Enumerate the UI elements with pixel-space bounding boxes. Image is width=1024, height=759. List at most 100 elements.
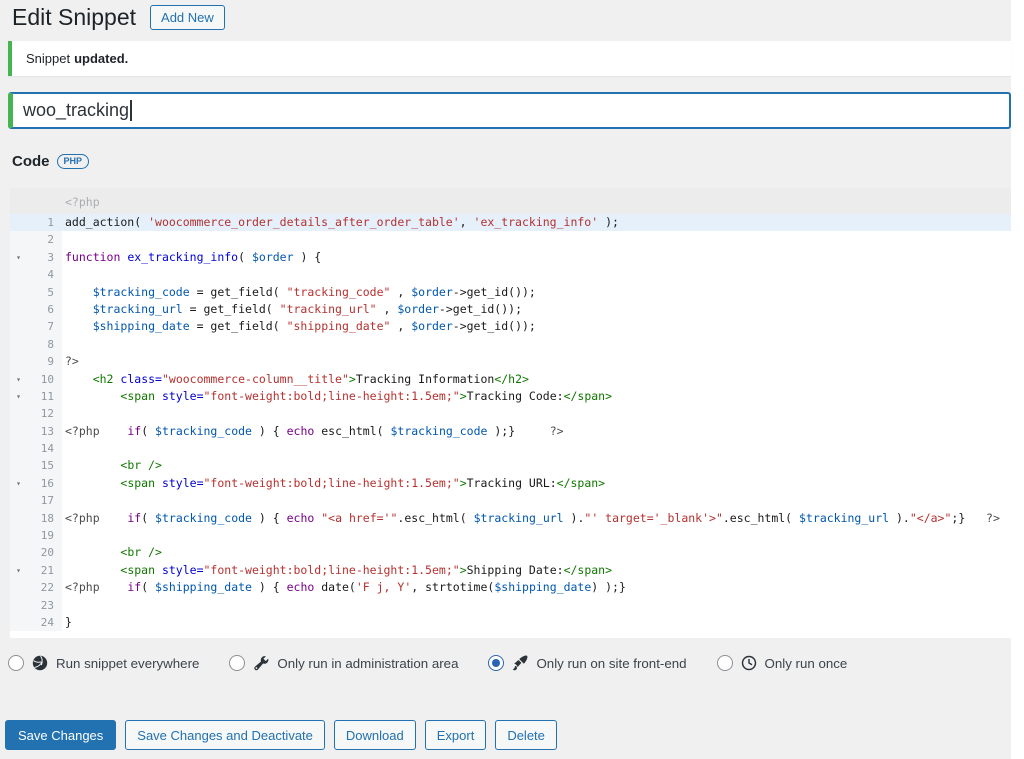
line-number: [27, 188, 62, 214]
code-text[interactable]: $tracking_url = get_field( "tracking_url…: [62, 301, 1011, 318]
code-line[interactable]: 14: [10, 440, 1011, 458]
code-line[interactable]: 4: [10, 266, 1011, 284]
code-text[interactable]: <br />: [62, 544, 1011, 561]
code-line[interactable]: 9 ?>: [10, 353, 1011, 371]
save-changes-button[interactable]: Save Changes: [5, 720, 117, 750]
code-text: <?php: [65, 195, 100, 209]
code-line[interactable]: 18 <?php if( $tracking_code ) { echo "<a …: [10, 509, 1011, 528]
code-text[interactable]: [62, 231, 1011, 248]
line-number: 24: [40, 615, 54, 629]
code-line[interactable]: ▾ 21 <span style="font-weight:bold;line-h…: [10, 561, 1011, 580]
code-text[interactable]: [62, 492, 1011, 509]
fold-arrow-icon[interactable]: ▾: [10, 475, 27, 492]
code-line[interactable]: 5 $tracking_code = get_field( "tracking_…: [10, 283, 1011, 301]
code-text[interactable]: function ex_tracking_info( $order ) {: [62, 249, 1011, 266]
fold-gutter: [10, 544, 27, 561]
scope-option[interactable]: Run snippet everywhere: [8, 654, 199, 672]
code-text[interactable]: [62, 527, 1011, 544]
line-number: 8: [47, 337, 54, 351]
code-line[interactable]: 17: [10, 492, 1011, 510]
scope-option-label: Only run once: [764, 655, 848, 671]
code-text[interactable]: <?php if( $tracking_code ) { echo "<a hr…: [62, 510, 1011, 527]
fold-arrow-icon[interactable]: ▾: [10, 388, 27, 405]
code-text[interactable]: <?php if( $tracking_code ) { echo esc_ht…: [62, 423, 1011, 440]
snippet-title-input[interactable]: woo_tracking: [8, 92, 1011, 129]
fold-gutter: [10, 266, 27, 283]
download-button[interactable]: Download: [333, 720, 416, 750]
line-number: 16: [40, 476, 54, 490]
code-text[interactable]: [62, 405, 1011, 422]
code-editor[interactable]: <?php 1 add_action( 'woocommerce_order_det…: [10, 188, 1011, 639]
scope-options: Run snippet everywhere Only run in admini…: [8, 654, 847, 672]
code-line[interactable]: 15 <br />: [10, 457, 1011, 475]
code-text[interactable]: <?php if( $shipping_date ) { echo date('…: [62, 579, 1011, 596]
code-text[interactable]: ?>: [62, 353, 1011, 370]
code-line[interactable]: 13 <?php if( $tracking_code ) { echo esc_…: [10, 422, 1011, 441]
export-button[interactable]: Export: [424, 720, 487, 750]
line-number: 23: [40, 598, 54, 612]
code-line[interactable]: ▾ 11 <span style="font-weight:bold;line-h…: [10, 387, 1011, 406]
scope-option[interactable]: Only run on site front-end: [488, 654, 687, 672]
fold-arrow-icon[interactable]: ▾: [10, 249, 27, 266]
scope-option-label: Only run in administration area: [277, 655, 459, 671]
code-line[interactable]: 23: [10, 596, 1011, 614]
code-text[interactable]: <br />: [62, 457, 1011, 474]
page-header: Edit Snippet Add New: [12, 4, 225, 31]
code-line[interactable]: 24}: [10, 613, 1011, 632]
fold-gutter: [10, 527, 27, 544]
code-text[interactable]: $shipping_date = get_field( "shipping_da…: [62, 318, 1011, 335]
code-section-header: Code PHP: [12, 153, 90, 170]
code-line[interactable]: 19: [10, 527, 1011, 545]
radio-unselected[interactable]: [716, 655, 733, 671]
code-line[interactable]: 6 $tracking_url = get_field( "tracking_u…: [10, 300, 1011, 319]
code-text[interactable]: }: [62, 614, 1011, 631]
fold-gutter: [10, 301, 27, 318]
code-line[interactable]: 12: [10, 405, 1011, 423]
code-text[interactable]: add_action( 'woocommerce_order_details_a…: [62, 214, 1011, 231]
code-line[interactable]: ▾ 10 <h2 class="woocommerce-column__title…: [10, 370, 1011, 388]
snippet-updated-notice: Snippet updated.: [8, 41, 1011, 76]
delete-button[interactable]: Delete: [495, 720, 557, 750]
scope-option[interactable]: Only run in administration area: [229, 654, 458, 672]
radio-unselected[interactable]: [8, 655, 24, 671]
line-number: 3: [47, 250, 54, 264]
code-text[interactable]: <span style="font-weight:bold;line-heigh…: [62, 388, 1011, 405]
fold-arrow-icon[interactable]: ▾: [10, 562, 27, 579]
code-text[interactable]: <span style="font-weight:bold;line-heigh…: [62, 475, 1011, 492]
code-line[interactable]: 2: [10, 231, 1011, 249]
snippet-title-value: woo_tracking: [23, 100, 130, 120]
code-text[interactable]: [62, 597, 1011, 614]
line-number: 15: [40, 459, 54, 473]
code-line[interactable]: 22 <?php if( $shipping_date ) { echo date…: [10, 579, 1011, 597]
code-line[interactable]: 7 $shipping_date = get_field( "shipping_…: [10, 318, 1011, 336]
code-text[interactable]: <h2 class="woocommerce-column__title">Tr…: [62, 371, 1011, 388]
code-text[interactable]: $tracking_code = get_field( "tracking_co…: [62, 284, 1011, 301]
code-line[interactable]: 8: [10, 335, 1011, 354]
code-line[interactable]: 20 <br />: [10, 544, 1011, 562]
add-new-button[interactable]: Add New: [150, 5, 225, 30]
fold-gutter: [10, 353, 27, 370]
line-number: 6: [47, 302, 54, 316]
code-line[interactable]: 1 add_action( 'woocommerce_order_details_…: [10, 214, 1011, 232]
line-number: 12: [40, 407, 54, 421]
line-number: 22: [40, 581, 54, 595]
radio-selected[interactable]: [488, 655, 505, 671]
code-text[interactable]: <span style="font-weight:bold;line-heigh…: [62, 562, 1011, 579]
code-line[interactable]: ▾ 16 <span style="font-weight:bold;line-h…: [10, 474, 1011, 493]
fold-gutter: [10, 423, 27, 440]
code-line[interactable]: ▾ 3 function ex_tracking_info( $order ) {: [10, 248, 1011, 267]
page-title: Edit Snippet: [12, 4, 137, 30]
action-buttons: Save Changes Save Changes and Deactivate D…: [5, 720, 557, 750]
code-text[interactable]: [62, 266, 1011, 283]
scope-option-label: Run snippet everywhere: [56, 655, 200, 671]
fold-arrow-icon[interactable]: ▾: [10, 371, 27, 388]
code-text[interactable]: [62, 336, 1011, 353]
code-text[interactable]: [62, 440, 1011, 457]
scope-option[interactable]: Only run once: [716, 654, 848, 672]
fold-gutter: [10, 614, 27, 631]
clock-icon: [740, 654, 758, 672]
notice-text-bold: updated.: [74, 51, 129, 66]
line-number: 1: [47, 216, 54, 229]
save-changes-and-deactivate-button[interactable]: Save Changes and Deactivate: [125, 720, 325, 750]
radio-unselected[interactable]: [229, 655, 246, 671]
